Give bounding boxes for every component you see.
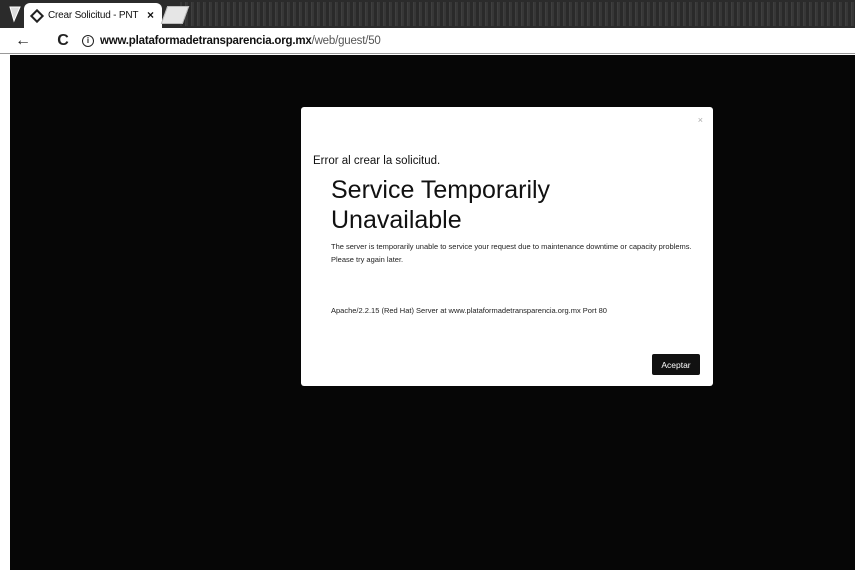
url-host: www.plataformadetransparencia.org.mx bbox=[100, 34, 312, 47]
browser-logo-icon bbox=[9, 6, 21, 23]
accept-button[interactable]: Aceptar bbox=[652, 354, 700, 375]
back-button[interactable]: ← bbox=[12, 30, 34, 52]
error-message: The server is temporarily unable to serv… bbox=[331, 242, 692, 264]
dialog-close-icon[interactable]: × bbox=[698, 115, 703, 125]
site-info-icon[interactable]: i bbox=[82, 34, 94, 47]
address-bar[interactable]: www.plataformadetransparencia.org.mx/web… bbox=[100, 35, 381, 47]
url-path: /web/guest/50 bbox=[311, 34, 381, 47]
server-signature: Apache/2.2.15 (Red Hat) Server at www.pl… bbox=[331, 306, 607, 315]
tab-crear-solicitud[interactable]: Crear Solicitud - PNT × bbox=[24, 3, 162, 28]
address-toolbar: ← C i www.plataformadetransparencia.org.… bbox=[0, 28, 855, 54]
tab-favicon-icon bbox=[29, 8, 45, 23]
browser-window: Crear Solicitud - PNT × ← C i www.plataf… bbox=[0, 0, 855, 570]
tab-strip: Crear Solicitud - PNT × bbox=[0, 0, 855, 28]
error-title: Service Temporarily Unavailable bbox=[331, 176, 551, 234]
dialog-heading: Error al crear la solicitud. bbox=[313, 155, 441, 167]
tab-title: Crear Solicitud - PNT bbox=[48, 10, 139, 21]
tab-close-icon[interactable]: × bbox=[147, 8, 154, 22]
tab-strip-background bbox=[180, 2, 855, 26]
error-dialog: × Error al crear la solicitud. Service T… bbox=[301, 107, 713, 386]
reload-button[interactable]: C bbox=[52, 30, 74, 52]
